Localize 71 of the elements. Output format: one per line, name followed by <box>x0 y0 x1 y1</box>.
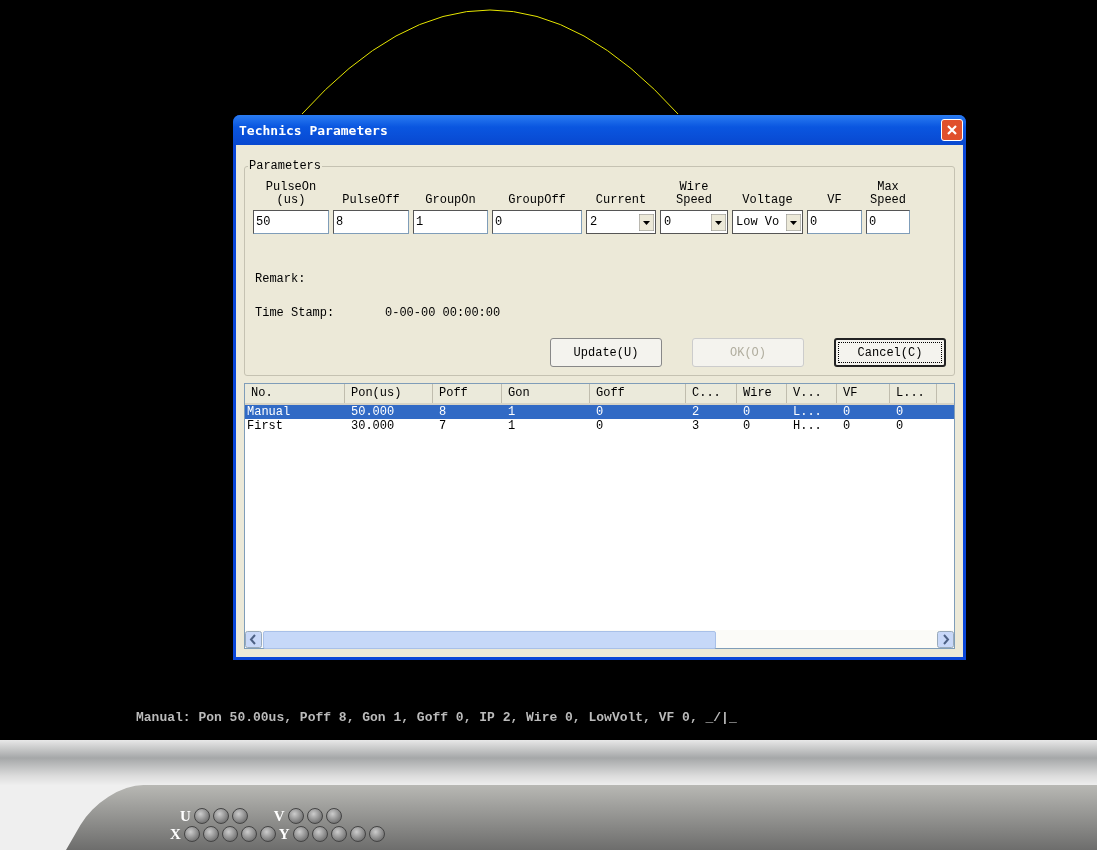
column-header[interactable]: No. <box>245 384 345 403</box>
table-cell-text: 0 <box>895 405 905 419</box>
indicator-label: V <box>273 807 285 825</box>
input-field[interactable]: 0 <box>807 210 862 234</box>
table-cell-text: 1 <box>507 405 517 419</box>
table-cell-text: 0 <box>842 405 852 419</box>
scroll-right-icon[interactable] <box>937 630 954 648</box>
column-header[interactable]: VF <box>837 384 890 403</box>
field-label: PulseOn (us) <box>264 181 318 207</box>
close-icon <box>946 124 958 136</box>
table-cell-text: 3 <box>691 419 701 433</box>
dropdown-field[interactable]: 2 <box>586 210 656 234</box>
column-header[interactable]: Gon <box>502 384 590 403</box>
table-cell-text: H... <box>792 419 823 433</box>
table-cell-text: 0 <box>895 419 905 433</box>
table-row[interactable]: Manual 50.000 8 1 0 2 0 L... 0 0 <box>245 405 954 419</box>
table-cell-text: 2 <box>691 405 701 419</box>
column-header[interactable]: Goff <box>590 384 686 403</box>
field-label: Voltage <box>741 194 794 207</box>
table-cell-text: 0 <box>595 405 605 419</box>
window-title: Technics Parameters <box>239 122 388 138</box>
input-field[interactable]: 1 <box>413 210 488 234</box>
time-stamp-value: 0-00-00 00:00:00 <box>385 306 501 320</box>
field-label: GroupOff <box>507 194 567 207</box>
column-header[interactable]: L... <box>890 384 937 403</box>
dropdown-arrow-icon <box>639 213 654 231</box>
field-label: Max Speed <box>869 181 907 207</box>
scroll-left-icon[interactable] <box>245 630 262 648</box>
column-header[interactable]: Poff <box>433 384 502 403</box>
column-header[interactable]: Pon(us) <box>345 384 433 403</box>
table-cell-text: 30.000 <box>350 419 396 433</box>
remark-label: Remark: <box>255 272 306 286</box>
dialog-button[interactable]: Update(U) <box>550 338 662 367</box>
group-legend: Parameters <box>248 159 322 173</box>
dropdown-arrow-icon <box>711 213 726 231</box>
table-cell-text: 0 <box>842 419 852 433</box>
field-label: Wire Speed <box>675 181 713 207</box>
status-line: Manual: Pon 50.00us, Poff 8, Gon 1, Goff 0, IP 2, Wire 0, LowVolt, VF 0, _/|_ <box>136 710 738 725</box>
table-cell-text: 7 <box>438 419 448 433</box>
time-stamp-label: Time Stamp: <box>255 306 336 320</box>
input-field[interactable]: 50 <box>253 210 329 234</box>
column-header[interactable]: C... <box>686 384 737 403</box>
input-field[interactable]: 0 <box>866 210 910 234</box>
input-field[interactable]: 8 <box>333 210 409 234</box>
indicator-label: U <box>180 807 191 825</box>
field-label: GroupOn <box>424 194 477 207</box>
indicator-label: Y <box>278 825 290 843</box>
table-cell-text: L... <box>792 405 823 419</box>
table-cell-text: 50.000 <box>350 405 396 419</box>
input-field[interactable]: 0 <box>492 210 582 234</box>
indicator-label: X <box>170 825 181 843</box>
dropdown-field[interactable]: Low Vo <box>732 210 803 234</box>
table-cell-text: 1 <box>507 419 517 433</box>
field-label: Current <box>594 194 648 207</box>
horizontal-scrollbar[interactable] <box>245 630 954 648</box>
dialog-button[interactable]: Cancel(C) <box>834 338 946 367</box>
scroll-thumb[interactable] <box>263 630 716 649</box>
table-cell-text: Manual <box>246 405 292 419</box>
close-button[interactable] <box>941 119 963 141</box>
column-header[interactable]: Wire <box>737 384 787 403</box>
dropdown-field[interactable]: 0 <box>660 210 728 234</box>
table-row[interactable]: First 30.000 7 1 0 3 0 H... 0 0 <box>245 419 954 433</box>
table-cell-text: 0 <box>742 405 752 419</box>
table-cell-text: 0 <box>595 419 605 433</box>
field-label: VF <box>826 194 843 207</box>
field-label: PulseOff <box>341 194 401 207</box>
table-cell-text: 0 <box>742 419 752 433</box>
column-header[interactable]: V... <box>787 384 837 403</box>
table-cell-text: First <box>246 419 284 433</box>
table-cell-text: 8 <box>438 405 448 419</box>
dropdown-arrow-icon <box>786 213 801 231</box>
